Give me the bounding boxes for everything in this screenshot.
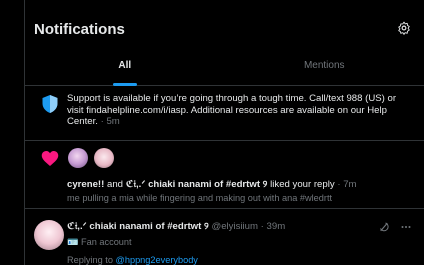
- avatar[interactable]: [34, 220, 64, 250]
- tweet-display-name[interactable]: ℭ𝔦,.ᐟ chiaki nanami of #edrtwt ୨: [67, 221, 209, 232]
- fan-account-label: 🪪 Fan account: [67, 237, 132, 248]
- page-title: Notifications: [34, 21, 125, 38]
- replying-handle-link[interactable]: @hppng2everybody: [116, 255, 198, 265]
- notification-tabs: All Mentions: [25, 50, 424, 86]
- reply-tweet[interactable]: ℭ𝔦,.ᐟ chiaki nanami of #edrtwt ୨ @elyisi…: [25, 209, 424, 265]
- like-notification[interactable]: cyrene!! and ℭ𝔦,.ᐟ chiaki nanami of #edr…: [25, 141, 424, 209]
- tweet-actions: [378, 221, 412, 233]
- tab-mentions[interactable]: Mentions: [225, 50, 424, 85]
- support-text: Support is available if you’re going thr…: [67, 93, 410, 128]
- like-and: and: [107, 179, 124, 190]
- tweet-header: ℭ𝔦,.ᐟ chiaki nanami of #edrtwt ୨ @elyisi…: [67, 221, 285, 232]
- fan-badge-icon: 🪪: [67, 237, 79, 247]
- replying-prefix: Replying to: [67, 255, 113, 265]
- avatar[interactable]: [68, 148, 88, 168]
- liked-post-snippet: me pulling a mia while fingering and mak…: [67, 193, 333, 203]
- notifications-panel: Notifications All Mentions Support is av…: [24, 0, 424, 265]
- replying-to: Replying to @hppng2everybody: [67, 255, 198, 265]
- gear-icon[interactable]: [397, 21, 411, 35]
- grok-icon[interactable]: [378, 221, 390, 233]
- tweet-time[interactable]: · 39m: [261, 221, 286, 232]
- more-icon[interactable]: [400, 221, 412, 233]
- support-time: · 5m: [100, 116, 120, 127]
- like-action: liked your reply: [270, 179, 335, 190]
- tab-all[interactable]: All: [25, 50, 225, 86]
- like-time: · 7m: [337, 179, 357, 190]
- like-user-2[interactable]: ℭ𝔦,.ᐟ chiaki nanami of #edrtwt ୨: [126, 179, 268, 190]
- support-notification[interactable]: Support is available if you’re going thr…: [25, 86, 424, 141]
- like-summary: cyrene!! and ℭ𝔦,.ᐟ chiaki nanami of #edr…: [67, 179, 416, 190]
- heart-icon: [41, 151, 59, 166]
- tweet-handle[interactable]: @elyisiium: [211, 221, 258, 232]
- fan-account-text: Fan account: [81, 237, 132, 247]
- avatar[interactable]: [94, 148, 114, 168]
- like-user-1[interactable]: cyrene!!: [67, 179, 104, 190]
- shield-icon: [42, 95, 58, 113]
